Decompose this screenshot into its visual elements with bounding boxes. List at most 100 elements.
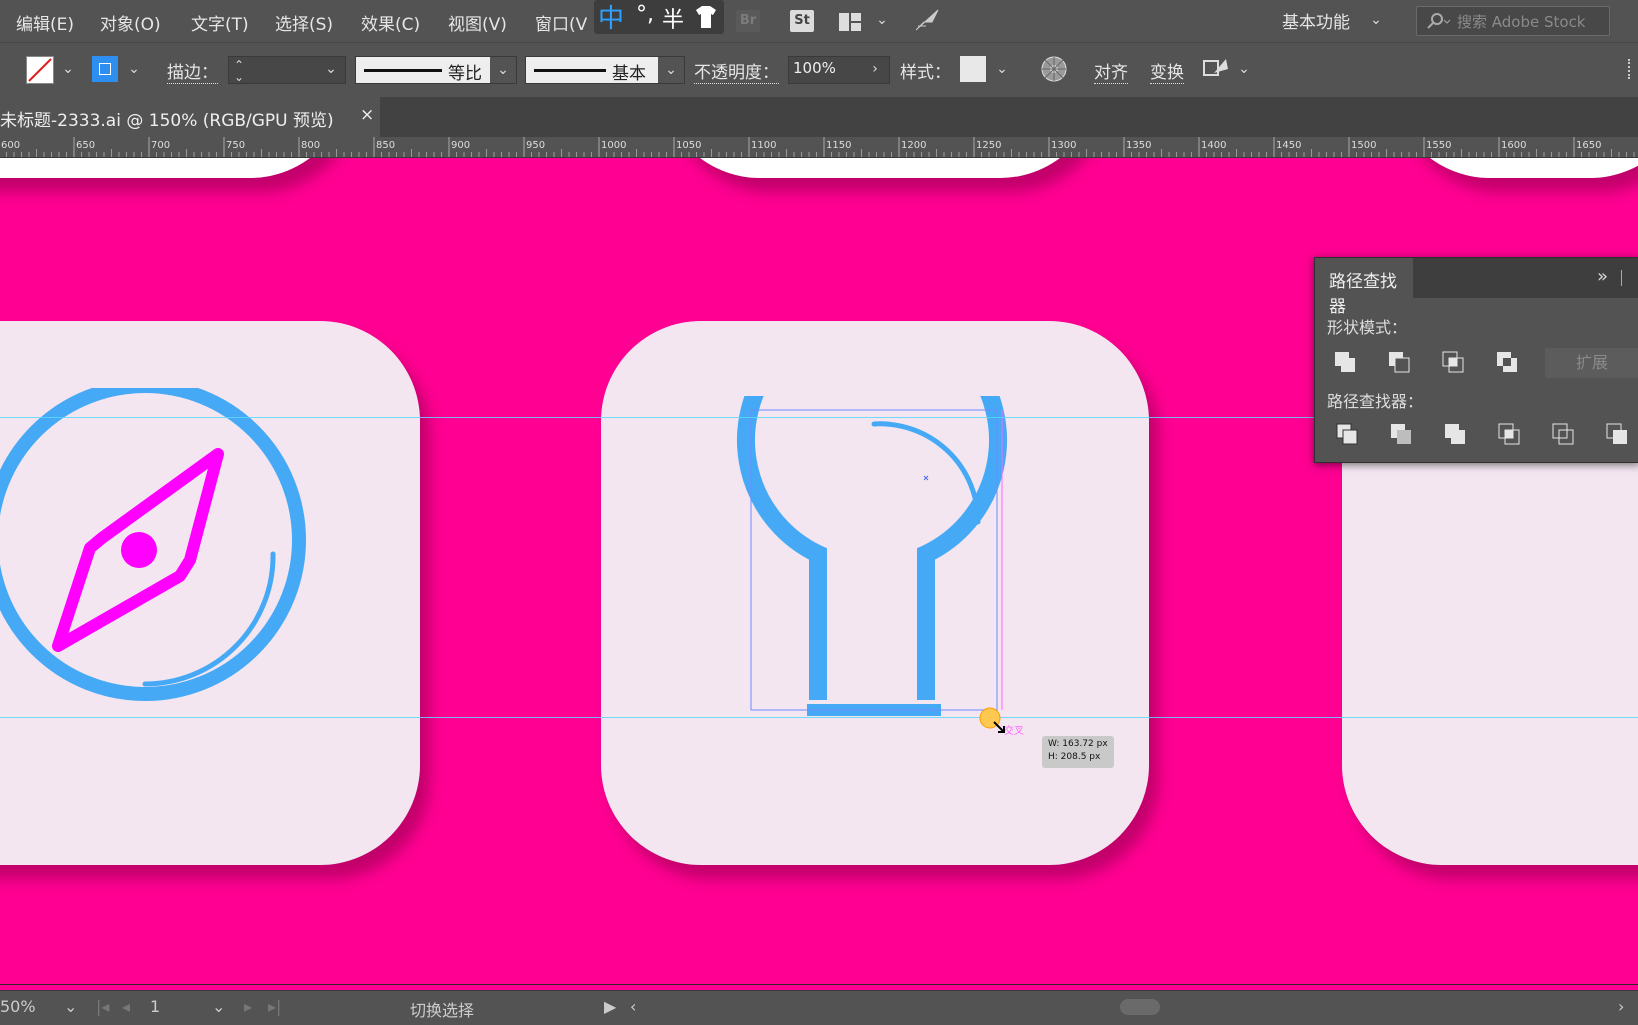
ime-width[interactable]: 半 [662,2,684,34]
measurement-tooltip: W: 163.72 px H: 208.5 px [1042,736,1114,768]
chevron-down-icon[interactable]: ⌄ [661,60,681,80]
variable-width-profile[interactable]: 等比 ⌄ [355,56,517,84]
workspace-switcher[interactable]: 基本功能 [1282,8,1350,33]
next-artboard-icon[interactable]: ▸ [244,997,252,1016]
ruler-tick-label: 1250 [976,140,1001,151]
chevron-down-icon[interactable]: ⌄ [872,10,892,30]
icon-card-top-left[interactable] [0,158,350,178]
scroll-left-icon[interactable]: ‹ [630,997,636,1016]
stock-icon[interactable]: St [790,10,814,32]
opacity-field[interactable]: 100% › [788,56,890,84]
transform-button[interactable]: 变换 [1150,58,1184,84]
document-tab-bar: 未标题-2333.ai @ 150% (RGB/GPU 预览) × [0,97,1638,137]
ruler-tick-label: 850 [376,140,395,151]
fill-swatch[interactable] [26,56,54,84]
scroll-right-icon[interactable]: › [1618,997,1624,1016]
menu-edit[interactable]: 编辑(E) [16,10,74,35]
horizontal-scrollbar-thumb[interactable] [1120,999,1160,1015]
first-artboard-icon[interactable]: |◂ [96,997,109,1016]
gpu-performance-icon[interactable] [912,8,942,34]
menu-window[interactable]: 窗口(V [535,10,587,35]
horizontal-guide[interactable] [0,717,1638,718]
ruler-tick-label: 1000 [601,140,626,151]
graphic-style-swatch[interactable] [960,56,986,82]
isolate-object-icon[interactable] [1202,55,1230,83]
ruler-tick-label: 800 [301,140,320,151]
smart-guide-label: 交叉 [1004,726,1024,737]
chevron-down-icon[interactable]: ⌄ [124,59,144,79]
pathfinder-panel: 路径查找器 » 形状模式： 扩展 路径查找器： [1314,257,1638,463]
menu-type[interactable]: 文字(T) [191,10,249,35]
panel-menu-icon[interactable]: » [1597,266,1608,287]
ruler-tick-label: 1050 [676,140,701,151]
status-menu-icon[interactable]: ▶ [604,997,616,1016]
stroke-weight-field[interactable]: ⌃ ⌄ ⌄ [228,56,346,84]
outline-icon[interactable] [1551,422,1575,446]
panel-grip-icon[interactable] [1628,59,1636,79]
menu-select[interactable]: 选择(S) [275,10,333,35]
ruler-tick-label: 1600 [1501,140,1526,151]
stock-search[interactable]: 搜索 Adobe Stock [1416,6,1610,36]
shape-modes-label: 形状模式： [1327,318,1408,337]
align-button[interactable]: 对齐 [1094,58,1128,84]
brush-definition[interactable]: 基本 ⌄ [525,56,685,84]
style-label: 样式： [900,63,951,83]
zoom-field[interactable]: 50% [0,997,36,1016]
chevron-down-icon[interactable]: ⌄ [1366,10,1386,30]
horizontal-ruler[interactable]: 600 650 700 750 800 850 900 950 1000 1050 1100 1150… [0,137,1638,158]
compass-icon[interactable] [0,388,330,728]
icon-card-top-center[interactable] [660,158,1100,178]
artboard-number[interactable]: 1 [150,997,160,1016]
crop-icon[interactable] [1497,422,1521,446]
measure-height: H: 208.5 px [1048,752,1101,762]
ruler-tick-label: 1350 [1126,140,1151,151]
divide-icon[interactable] [1335,422,1359,446]
skin-shirt-icon[interactable] [692,4,720,30]
ruler-tick-label: 600 [1,140,20,151]
ime-punct[interactable]: °, [636,2,654,27]
bridge-icon[interactable]: Br [736,10,760,32]
chevron-down-icon[interactable]: ⌄ [321,59,341,79]
chevron-down-icon[interactable]: ⌄ [58,59,78,79]
menu-effect[interactable]: 效果(C) [361,10,420,35]
search-placeholder: 搜索 Adobe Stock [1457,13,1586,31]
ruler-tick-label: 1550 [1426,140,1451,151]
chevron-right-icon[interactable]: › [865,59,885,79]
stepper-down-icon[interactable]: ⌄ [229,67,249,87]
ruler-tick-label: 1200 [901,140,926,151]
last-artboard-icon[interactable]: ▸| [268,997,281,1016]
chevron-down-icon[interactable]: ⌄ [493,60,513,80]
icon-card-top-right[interactable] [1390,158,1638,178]
prev-artboard-icon[interactable]: ◂ [122,997,130,1016]
trim-icon[interactable] [1389,422,1413,446]
lightbulb-icon[interactable] [730,396,1010,716]
tab-pathfinder[interactable]: 路径查找器 [1315,258,1413,317]
chevron-down-icon[interactable]: ⌄ [212,997,225,1016]
merge-icon[interactable] [1443,422,1467,446]
search-icon [1427,13,1451,29]
chevron-down-icon[interactable]: ⌄ [64,997,77,1016]
chevron-down-icon[interactable]: ⌄ [992,59,1012,79]
unite-icon[interactable] [1333,350,1357,374]
menu-object[interactable]: 对象(O) [100,10,161,35]
opacity-label[interactable]: 不透明度： [694,58,779,84]
ruler-tick-label: 950 [526,140,545,151]
arrange-documents-icon[interactable] [838,12,864,32]
document-tab[interactable]: 未标题-2333.ai @ 150% (RGB/GPU 预览) × [0,97,380,137]
minus-front-icon[interactable] [1387,350,1411,374]
none-fill-icon [28,58,52,82]
exclude-icon[interactable] [1495,350,1519,374]
menu-view[interactable]: 视图(V) [448,10,507,35]
minus-back-icon[interactable] [1605,422,1629,446]
ime-mode[interactable]: 中 [598,0,624,35]
intersect-icon[interactable] [1441,350,1465,374]
recolor-artwork-icon[interactable] [1040,55,1068,83]
opacity-value: 100% [793,59,836,77]
stroke-label[interactable]: 描边： [167,58,218,84]
chevron-down-icon[interactable]: ⌄ [1234,59,1254,79]
close-tab-icon[interactable]: × [360,105,374,125]
ruler-tick-label: 700 [151,140,170,151]
stroke-swatch[interactable] [92,56,118,82]
expand-button[interactable]: 扩展 [1545,348,1638,378]
brush-label: 基本 [612,64,646,84]
